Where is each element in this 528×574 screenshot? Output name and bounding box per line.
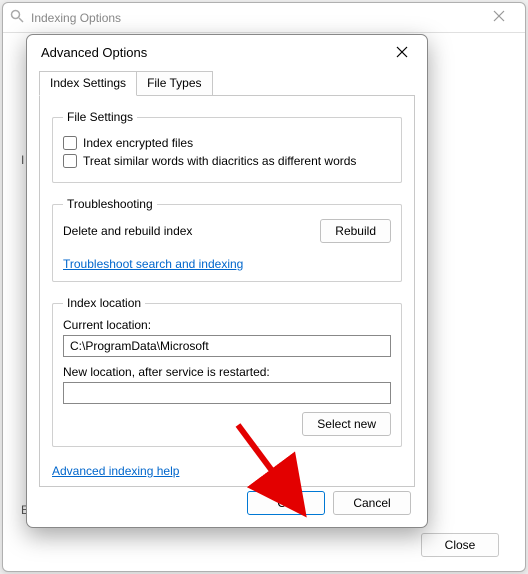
troubleshooting-group: Troubleshooting Delete and rebuild index… bbox=[52, 197, 402, 282]
parent-close-button[interactable]: Close bbox=[421, 533, 499, 557]
new-location-input[interactable] bbox=[63, 382, 391, 404]
close-icon[interactable] bbox=[387, 40, 417, 64]
current-location-input[interactable] bbox=[63, 335, 391, 357]
index-location-legend: Index location bbox=[63, 296, 145, 310]
new-location-label: New location, after service is restarted… bbox=[63, 365, 391, 379]
index-encrypted-row[interactable]: Index encrypted files bbox=[63, 136, 391, 150]
file-settings-group: File Settings Index encrypted files Trea… bbox=[52, 110, 402, 183]
index-encrypted-checkbox[interactable] bbox=[63, 136, 77, 150]
file-settings-legend: File Settings bbox=[63, 110, 137, 124]
tab-strip: Index Settings File Types bbox=[27, 71, 427, 96]
tab-panel: File Settings Index encrypted files Trea… bbox=[39, 95, 415, 487]
index-location-group: Index location Current location: New loc… bbox=[52, 296, 402, 447]
parent-partial-label: I bbox=[21, 153, 24, 167]
troubleshooting-legend: Troubleshooting bbox=[63, 197, 157, 211]
diacritics-checkbox[interactable] bbox=[63, 154, 77, 168]
current-location-label: Current location: bbox=[63, 318, 391, 332]
tab-index-settings[interactable]: Index Settings bbox=[39, 71, 137, 96]
cancel-button[interactable]: Cancel bbox=[333, 491, 411, 515]
troubleshoot-link[interactable]: Troubleshoot search and indexing bbox=[63, 257, 243, 271]
rebuild-button[interactable]: Rebuild bbox=[320, 219, 391, 243]
diacritics-row[interactable]: Treat similar words with diacritics as d… bbox=[63, 154, 391, 168]
advanced-help-link[interactable]: Advanced indexing help bbox=[52, 464, 179, 478]
diacritics-label: Treat similar words with diacritics as d… bbox=[83, 154, 356, 168]
parent-title: Indexing Options bbox=[31, 11, 121, 25]
ok-button[interactable]: OK bbox=[247, 491, 325, 515]
parent-titlebar: Indexing Options bbox=[3, 3, 525, 33]
index-encrypted-label: Index encrypted files bbox=[83, 136, 193, 150]
search-options-icon bbox=[9, 8, 25, 27]
dialog-button-row: OK Cancel bbox=[247, 491, 411, 515]
advanced-options-dialog: Advanced Options Index Settings File Typ… bbox=[26, 34, 428, 528]
parent-close-icon[interactable] bbox=[479, 10, 519, 25]
dialog-titlebar: Advanced Options bbox=[27, 35, 427, 69]
delete-rebuild-label: Delete and rebuild index bbox=[63, 224, 192, 238]
select-new-button[interactable]: Select new bbox=[302, 412, 391, 436]
tab-file-types[interactable]: File Types bbox=[136, 71, 212, 96]
dialog-title: Advanced Options bbox=[41, 45, 147, 60]
